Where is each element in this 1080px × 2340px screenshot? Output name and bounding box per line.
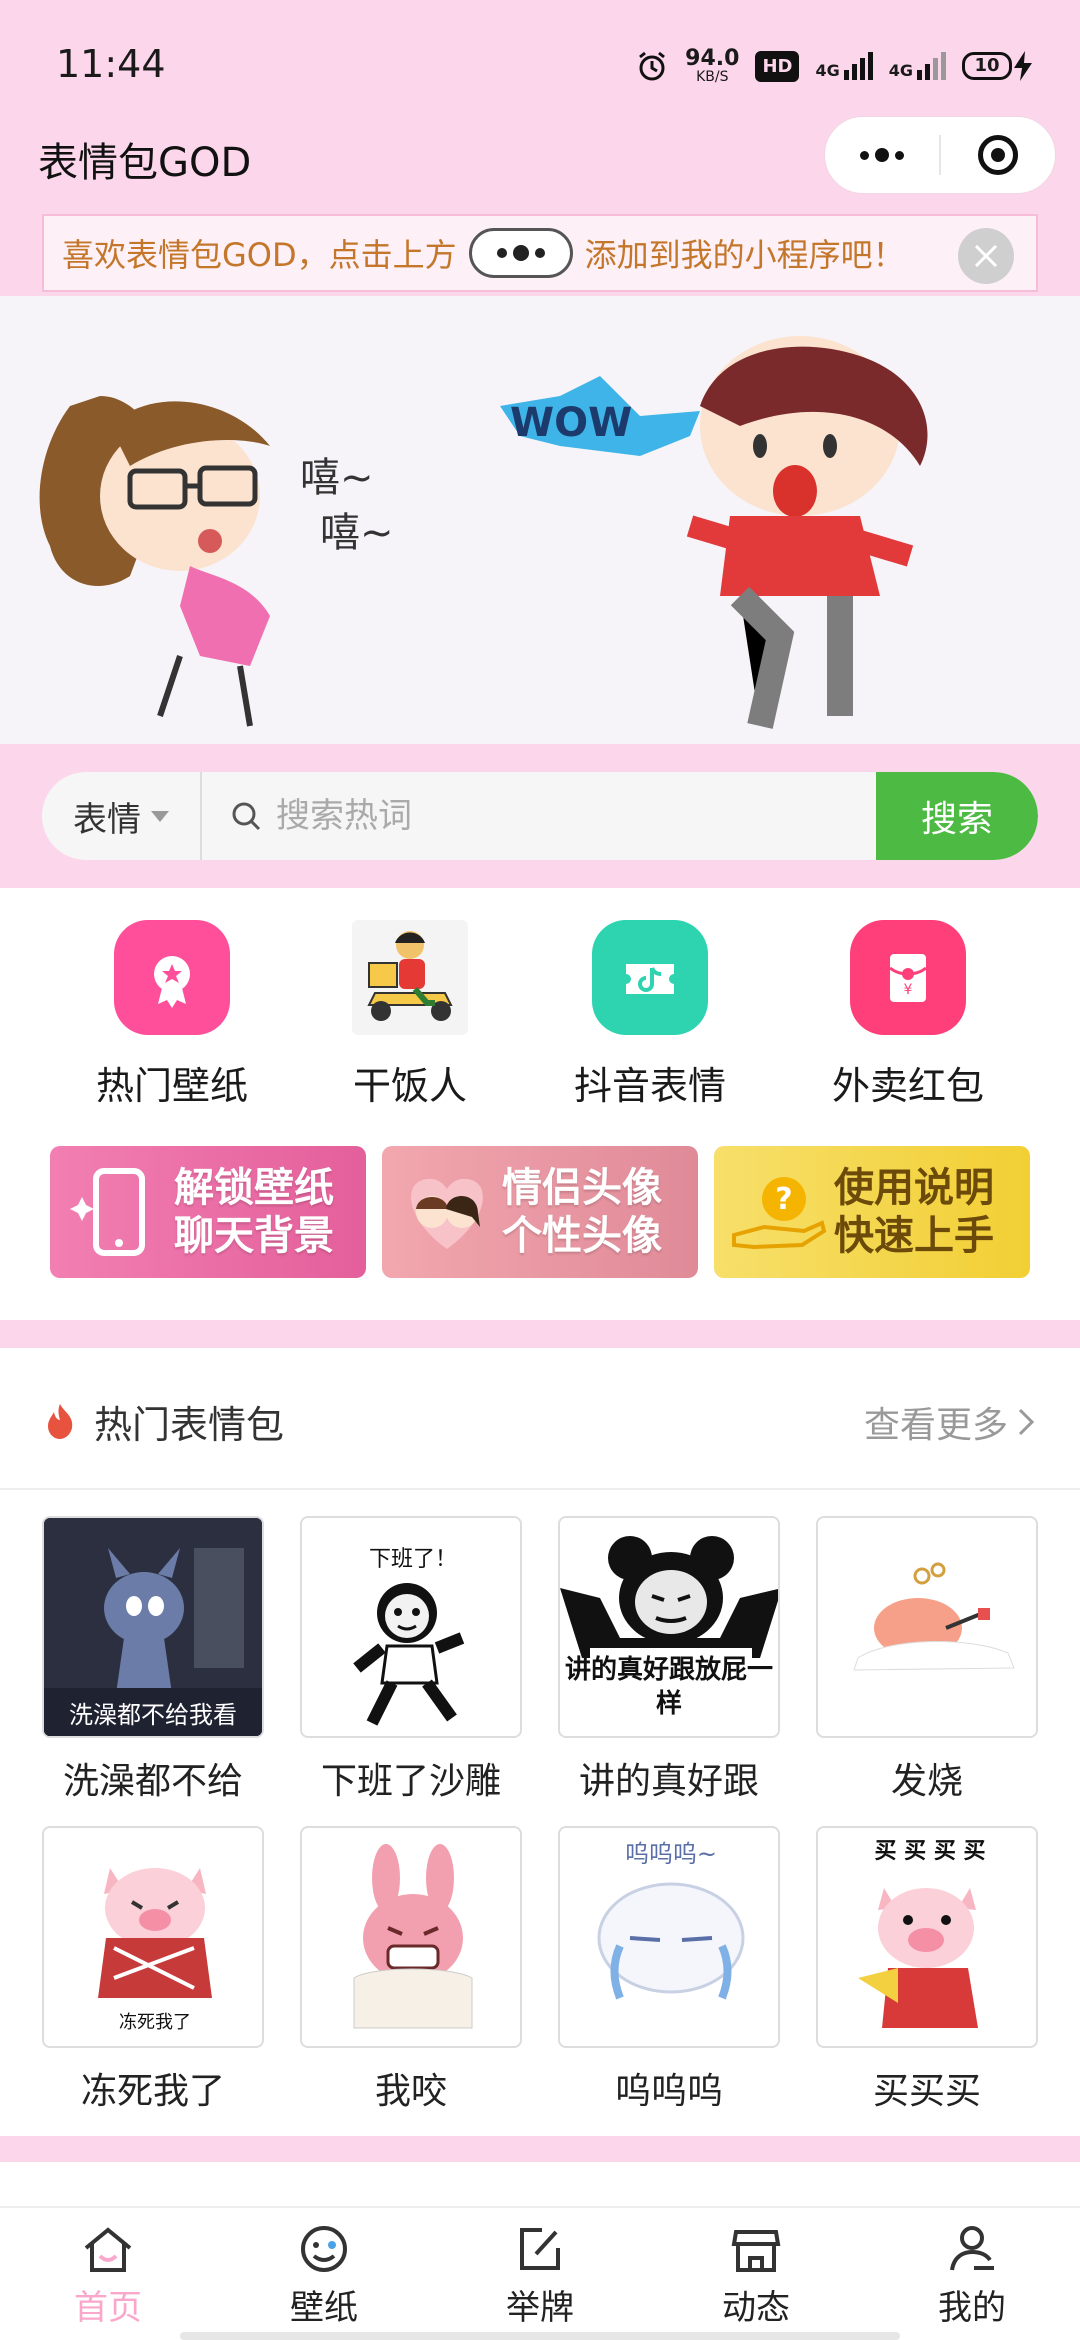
sticker-image: 冻死我了 xyxy=(42,1826,264,2048)
add-tip-bar: 喜欢表情包GOD，点击上方 添加到我的小程序吧！ xyxy=(42,214,1038,292)
alarm-icon xyxy=(639,51,666,81)
svg-text:嘻~: 嘻~ xyxy=(300,455,374,501)
user-icon xyxy=(950,2226,994,2271)
target-icon xyxy=(978,135,1018,175)
question-hand-icon: ? xyxy=(732,1177,827,1250)
battery-icon: 10 xyxy=(962,51,1032,81)
network-speed: 94.0 KB/S xyxy=(685,46,740,85)
sticker-image: 买 买 买 买 xyxy=(816,1826,1038,2048)
search-area: 表情 搜索 xyxy=(0,744,1080,888)
sticker-image: 洗澡都不给我看 xyxy=(42,1516,264,1738)
search-category-select[interactable]: 表情 xyxy=(42,772,202,860)
capsule-dots-icon xyxy=(468,228,573,278)
banner[interactable]: 嘻~ 嘻~ WOW xyxy=(0,296,1080,744)
delivery-rider-icon xyxy=(352,920,468,1035)
search-bar: 表情 搜索 xyxy=(42,772,1038,860)
svg-text:买 买 买 买: 买 买 买 买 xyxy=(875,1839,986,1864)
tip-text-before: 喜欢表情包GOD，点击上方 xyxy=(62,236,457,274)
quick-menu: 热门壁纸 干饭人 抖音表情 ¥ 外卖红包 xyxy=(0,920,1080,1110)
sticker-item[interactable]: 冻死我了 冻死我了 xyxy=(42,1826,264,2114)
search-input[interactable] xyxy=(276,796,836,836)
sticker-item[interactable]: 发烧 xyxy=(816,1516,1038,1804)
miniprogram-capsule xyxy=(824,116,1056,194)
sticker-item[interactable]: 呜呜呜~ 呜呜呜 xyxy=(558,1826,780,2114)
svg-text:WOW: WOW xyxy=(510,400,632,446)
flame-icon xyxy=(48,1404,73,1439)
hd-badge: HD xyxy=(755,50,800,82)
sticker-item[interactable]: 我咬 xyxy=(300,1826,522,2114)
home-indicator xyxy=(180,2332,900,2340)
tip-text-after: 添加到我的小程序吧！ xyxy=(584,236,905,274)
card-user-guide[interactable]: ? 使用说明 快速上手 xyxy=(714,1146,1030,1278)
sticker-item[interactable]: 讲的真好跟放屁一样 讲的真好跟 xyxy=(558,1516,780,1804)
couple-icon xyxy=(411,1178,483,1249)
svg-text:冻死我了: 冻死我了 xyxy=(119,2012,191,2033)
svg-text:呜呜呜~: 呜呜呜~ xyxy=(625,1840,717,1868)
tip-close-button[interactable] xyxy=(958,228,1014,284)
charging-icon xyxy=(1014,51,1032,81)
feature-cards: 解锁壁纸 聊天背景 情侣头像 个性头像 ? 使用说明 快速上手 xyxy=(0,1146,1080,1280)
section-divider xyxy=(0,1320,1080,1348)
status-bar: 11:44 94.0 KB/S HD 4G 4G 10 xyxy=(0,0,1080,120)
sticker-image: 讲的真好跟放屁一样 xyxy=(558,1516,780,1738)
dropdown-arrow-icon xyxy=(151,810,169,822)
more-button[interactable] xyxy=(825,117,939,193)
close-miniprogram-button[interactable] xyxy=(941,117,1055,193)
tab-sign[interactable]: 举牌 xyxy=(432,2208,648,2340)
store-icon xyxy=(731,2230,781,2272)
sticker-item[interactable]: 洗澡都不给我看 洗澡都不给 xyxy=(42,1516,264,1804)
tab-home[interactable]: 首页 xyxy=(0,2208,216,2340)
sticker-item[interactable]: 下班了！ 下班了沙雕 xyxy=(300,1516,522,1804)
section-divider-bottom xyxy=(0,2136,1080,2162)
search-field[interactable] xyxy=(202,772,876,860)
status-time: 11:44 xyxy=(56,42,166,86)
home-icon xyxy=(84,2227,132,2272)
tab-wallpaper[interactable]: 壁纸 xyxy=(216,2208,432,2340)
tab-bar: 首页 壁纸 举牌 动态 我的 xyxy=(0,2206,1080,2340)
svg-text:?: ? xyxy=(775,1182,792,1217)
sticker-image: 呜呜呜~ xyxy=(558,1826,780,2048)
svg-text:嘻~: 嘻~ xyxy=(320,510,394,556)
search-button[interactable]: 搜索 xyxy=(876,772,1038,860)
svg-text:¥: ¥ xyxy=(904,982,913,998)
edit-icon xyxy=(520,2228,560,2270)
view-more-link[interactable]: 查看更多 xyxy=(864,1396,1036,1448)
award-icon xyxy=(114,920,230,1035)
tiktok-ticket-icon xyxy=(592,920,708,1035)
sticker-item[interactable]: 买 买 买 买 买买买 xyxy=(816,1826,1038,2114)
tab-feed[interactable]: 动态 xyxy=(648,2208,864,2340)
phone-icon xyxy=(70,1168,145,1256)
sticker-image xyxy=(300,1826,522,2048)
status-icons: 94.0 KB/S HD 4G 4G 10 xyxy=(635,44,1032,88)
menu-item-hot-wallpaper[interactable]: 热门壁纸 xyxy=(52,920,292,1110)
app-title: 表情包GOD xyxy=(38,140,252,186)
close-icon xyxy=(974,244,998,268)
sticker-image: 下班了！ xyxy=(300,1516,522,1738)
chevron-right-icon xyxy=(1018,1408,1035,1436)
card-couple-avatar[interactable]: 情侣头像 个性头像 xyxy=(382,1146,698,1278)
banner-illustration: 嘻~ 嘻~ WOW xyxy=(39,336,928,729)
search-icon xyxy=(232,802,261,831)
smile-icon xyxy=(301,2226,347,2272)
tab-mine[interactable]: 我的 xyxy=(864,2208,1080,2340)
menu-item-rice-man[interactable]: 干饭人 xyxy=(290,920,530,1110)
sticker-image xyxy=(816,1516,1038,1738)
svg-text:下班了！: 下班了！ xyxy=(369,1547,457,1572)
hot-section-header: 热门表情包 查看更多 xyxy=(0,1350,1080,1490)
signal-icon-1: 4G xyxy=(815,52,873,80)
top-area: 11:44 94.0 KB/S HD 4G 4G 10 表情包GOD 喜欢表情包… xyxy=(0,0,1080,296)
more-dots-icon xyxy=(860,148,904,162)
menu-item-takeout-coupon[interactable]: ¥ 外卖红包 xyxy=(788,920,1028,1110)
signal-icon-2: 4G xyxy=(889,52,946,80)
menu-item-tiktok-stickers[interactable]: 抖音表情 xyxy=(530,920,770,1110)
card-unlock-wallpaper[interactable]: 解锁壁纸 聊天背景 xyxy=(50,1146,366,1278)
red-envelope-icon: ¥ xyxy=(850,920,966,1035)
section-title: 热门表情包 xyxy=(94,1403,285,1447)
